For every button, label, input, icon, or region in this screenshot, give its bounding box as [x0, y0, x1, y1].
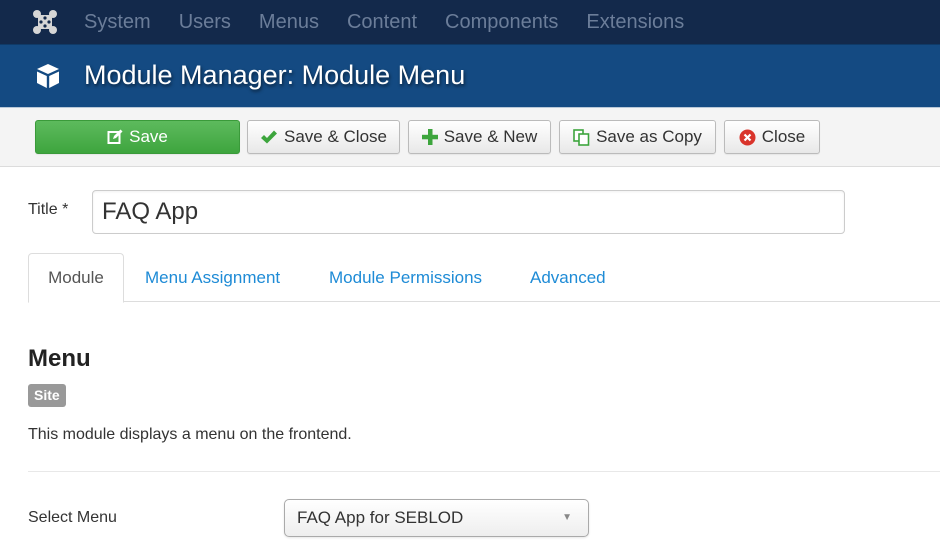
save-and-close-button[interactable]: Save & Close [247, 120, 400, 154]
save-button-label: Save [129, 127, 168, 146]
save-and-new-label: Save & New [443, 127, 538, 146]
nav-extensions[interactable]: Extensions [586, 11, 684, 34]
check-icon [260, 129, 278, 145]
close-label: Close [761, 127, 806, 146]
tab-module-permissions[interactable]: Module Permissions [329, 253, 482, 303]
tab-menu-assignment[interactable]: Menu Assignment [145, 253, 280, 303]
plus-icon [421, 129, 438, 145]
module-type-heading: Menu [28, 345, 91, 372]
save-and-close-label: Save & Close [284, 127, 387, 146]
chevron-down-icon: ▼ [562, 512, 572, 523]
module-description: This module displays a menu on the front… [28, 426, 352, 443]
site-badge: Site [28, 384, 66, 407]
save-button[interactable]: Save [35, 120, 240, 154]
toolbar: Save Save & Close Save & New Save as Cop… [0, 107, 940, 167]
cube-icon [34, 62, 64, 92]
select-menu-value: FAQ App for SEBLOD [297, 508, 464, 527]
nav-system[interactable]: System [84, 11, 151, 34]
select-menu-dropdown[interactable]: FAQ App for SEBLOD ▼ [284, 499, 589, 537]
divider [28, 471, 940, 472]
joomla-logo-icon[interactable] [30, 8, 60, 36]
cancel-circle-icon [739, 129, 756, 146]
save-and-new-button[interactable]: Save & New [408, 120, 551, 154]
save-as-copy-button[interactable]: Save as Copy [559, 120, 716, 154]
title-input[interactable] [92, 190, 845, 234]
nav-components[interactable]: Components [445, 11, 558, 34]
nav-users[interactable]: Users [179, 11, 231, 34]
main-menu: System Users Menus Content Components Ex… [84, 0, 712, 44]
copy-icon [573, 128, 590, 146]
page-title: Module Manager: Module Menu [84, 60, 466, 90]
title-label: Title * [28, 201, 69, 218]
nav-content[interactable]: Content [347, 11, 417, 34]
edit-icon [107, 129, 123, 145]
page-header: Module Manager: Module Menu [0, 44, 940, 107]
save-as-copy-label: Save as Copy [596, 127, 702, 146]
tab-bar: Module Menu Assignment Module Permission… [28, 253, 940, 303]
nav-menus[interactable]: Menus [259, 11, 319, 34]
tab-advanced[interactable]: Advanced [530, 253, 606, 303]
close-button[interactable]: Close [724, 120, 820, 154]
top-navbar: System Users Menus Content Components Ex… [0, 0, 940, 44]
select-menu-label: Select Menu [28, 509, 117, 526]
tab-module[interactable]: Module [28, 253, 124, 303]
